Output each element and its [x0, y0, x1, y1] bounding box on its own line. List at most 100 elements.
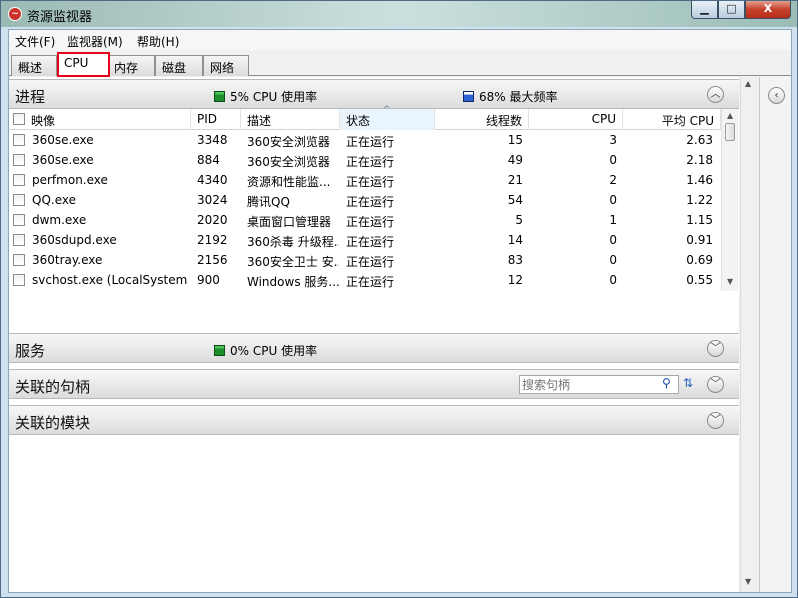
cell-cpu: 0 — [609, 253, 617, 267]
cell-description: 腾讯QQ — [247, 195, 290, 209]
column-threads[interactable]: 线程数 — [435, 109, 529, 130]
cell-image: 360se.exe — [32, 133, 94, 147]
expand-services-button[interactable]: ﹀ — [707, 340, 724, 357]
processes-section-header[interactable]: 进程 5% CPU 使用率 68% 最大频率 ︿ — [9, 79, 739, 109]
search-handles-box[interactable]: ⚲ — [519, 375, 679, 394]
cell-description: 360安全卫士 安... — [247, 255, 339, 269]
sort-ascending-icon: ^ — [383, 105, 391, 115]
tab-network[interactable]: 网络 — [203, 55, 249, 76]
table-row[interactable]: 360sdupd.exe 2192 360杀毒 升级程... 正在运行 14 0… — [9, 230, 721, 250]
tab-memory[interactable]: 内存 — [107, 55, 155, 76]
column-status-label: 状态 — [346, 114, 371, 128]
table-row[interactable]: perfmon.exe 4340 资源和性能监... 正在运行 21 2 1.4… — [9, 170, 721, 190]
cell-cpu: 2 — [609, 173, 617, 187]
cell-pid: 2192 — [197, 233, 228, 247]
menu-file[interactable]: 文件(F) — [15, 33, 55, 50]
maximize-button[interactable]: □ — [718, 1, 745, 19]
cell-description: 资源和性能监... — [247, 175, 331, 189]
row-checkbox[interactable] — [13, 214, 25, 226]
cell-description: Windows 服务... — [247, 275, 339, 289]
cpu-usage-icon — [214, 91, 225, 102]
services-section-header[interactable]: 服务 0% CPU 使用率 ﹀ — [9, 333, 739, 363]
menu-help[interactable]: 帮助(H) — [137, 33, 179, 50]
tab-disk[interactable]: 磁盘 — [155, 55, 203, 76]
main-panel: 进程 5% CPU 使用率 68% 最大频率 ︿ 映像 PID 描述 状态 ^ … — [9, 77, 739, 592]
row-checkbox[interactable] — [13, 174, 25, 186]
handles-section-header[interactable]: 关联的句柄 ⚲ ⇅ ﹀ — [9, 369, 739, 399]
row-checkbox[interactable] — [13, 234, 25, 246]
row-checkbox[interactable] — [13, 254, 25, 266]
scroll-down-arrow-icon[interactable]: ▼ — [745, 577, 751, 586]
refresh-icon[interactable]: ⇅ — [683, 376, 693, 390]
row-checkbox[interactable] — [13, 134, 25, 146]
close-button[interactable]: X — [745, 1, 791, 19]
processes-title: 进程 — [15, 88, 46, 106]
select-all-checkbox[interactable] — [13, 113, 25, 125]
expand-modules-button[interactable]: ﹀ — [707, 412, 724, 429]
cell-threads: 14 — [507, 233, 523, 247]
column-pid[interactable]: PID — [191, 109, 241, 130]
table-row[interactable]: dwm.exe 2020 桌面窗口管理器 正在运行 5 1 1.15 — [9, 210, 721, 230]
menu-monitor[interactable]: 监视器(M) — [67, 33, 123, 50]
processes-cpu-usage-text: 5% CPU 使用率 — [230, 90, 318, 104]
processes-cpu-usage: 5% CPU 使用率 — [214, 88, 317, 105]
cell-average-cpu: 2.63 — [686, 133, 713, 147]
cell-cpu: 3 — [609, 133, 617, 147]
services-cpu-usage: 0% CPU 使用率 — [214, 342, 317, 359]
expand-graphs-button[interactable]: ‹ — [768, 87, 785, 104]
scroll-up-arrow-icon[interactable]: ▲ — [727, 111, 733, 120]
scroll-up-arrow-icon[interactable]: ▲ — [745, 79, 751, 88]
table-row[interactable]: 360se.exe 884 360安全浏览器 正在运行 49 0 2.18 — [9, 150, 721, 170]
tab-overview[interactable]: 概述 — [11, 55, 57, 76]
cell-threads: 49 — [507, 153, 523, 167]
resource-monitor-window: ~ 资源监视器 ▁ □ X 文件(F) 监视器(M) 帮助(H) 概述 CPU … — [0, 0, 798, 598]
minimize-button[interactable]: ▁ — [691, 1, 718, 19]
column-status[interactable]: 状态 ^ — [340, 105, 435, 130]
search-icon[interactable]: ⚲ — [662, 376, 671, 390]
cell-status: 正在运行 — [346, 235, 395, 249]
cell-image: QQ.exe — [32, 193, 76, 207]
scrollbar-thumb[interactable] — [725, 123, 735, 141]
table-row[interactable]: QQ.exe 3024 腾讯QQ 正在运行 54 0 1.22 — [9, 190, 721, 210]
title-bar[interactable]: ~ 资源监视器 ▁ □ X — [1, 1, 797, 27]
cell-pid: 3348 — [197, 133, 228, 147]
row-checkbox[interactable] — [13, 194, 25, 206]
cell-threads: 15 — [507, 133, 523, 147]
cell-pid: 3024 — [197, 193, 228, 207]
handles-title: 关联的句柄 — [15, 378, 91, 396]
cell-threads: 54 — [507, 193, 523, 207]
cell-cpu: 0 — [609, 153, 617, 167]
cell-image: 360tray.exe — [32, 253, 103, 267]
table-row[interactable]: svchost.exe (LocalSystemN... 900 Windows… — [9, 270, 721, 290]
row-checkbox[interactable] — [13, 154, 25, 166]
table-row[interactable]: 360se.exe 3348 360安全浏览器 正在运行 15 3 2.63 — [9, 130, 721, 150]
cell-threads: 83 — [507, 253, 523, 267]
modules-section-header[interactable]: 关联的模块 ﹀ — [9, 405, 739, 435]
cell-image: dwm.exe — [32, 213, 87, 227]
column-cpu[interactable]: CPU — [529, 109, 623, 130]
scroll-down-arrow-icon[interactable]: ▼ — [727, 277, 733, 286]
cell-status: 正在运行 — [346, 155, 395, 169]
cell-average-cpu: 1.22 — [686, 193, 713, 207]
column-image[interactable]: 映像 — [9, 109, 191, 130]
cell-pid: 4340 — [197, 173, 228, 187]
main-scrollbar[interactable]: ▲ ▼ — [740, 77, 757, 592]
resource-monitor-icon: ~ — [8, 7, 22, 21]
expand-handles-button[interactable]: ﹀ — [707, 376, 724, 393]
cpu-tab-highlight-box — [57, 52, 110, 77]
cell-threads: 21 — [507, 173, 523, 187]
cell-pid: 900 — [197, 273, 220, 287]
cell-cpu: 1 — [609, 213, 617, 227]
processes-scrollbar[interactable]: ▲ ▼ — [721, 109, 738, 291]
collapse-processes-button[interactable]: ︿ — [707, 86, 724, 103]
cell-average-cpu: 0.69 — [686, 253, 713, 267]
cell-pid: 884 — [197, 153, 220, 167]
search-handles-input[interactable] — [522, 377, 656, 392]
table-row[interactable]: 360tray.exe 2156 360安全卫士 安... 正在运行 83 0 … — [9, 250, 721, 270]
column-description[interactable]: 描述 — [241, 109, 340, 130]
column-average-cpu[interactable]: 平均 CPU — [623, 109, 721, 130]
modules-title: 关联的模块 — [15, 414, 91, 432]
frequency-icon — [463, 91, 474, 102]
row-checkbox[interactable] — [13, 274, 25, 286]
cell-description: 360安全浏览器 — [247, 155, 330, 169]
